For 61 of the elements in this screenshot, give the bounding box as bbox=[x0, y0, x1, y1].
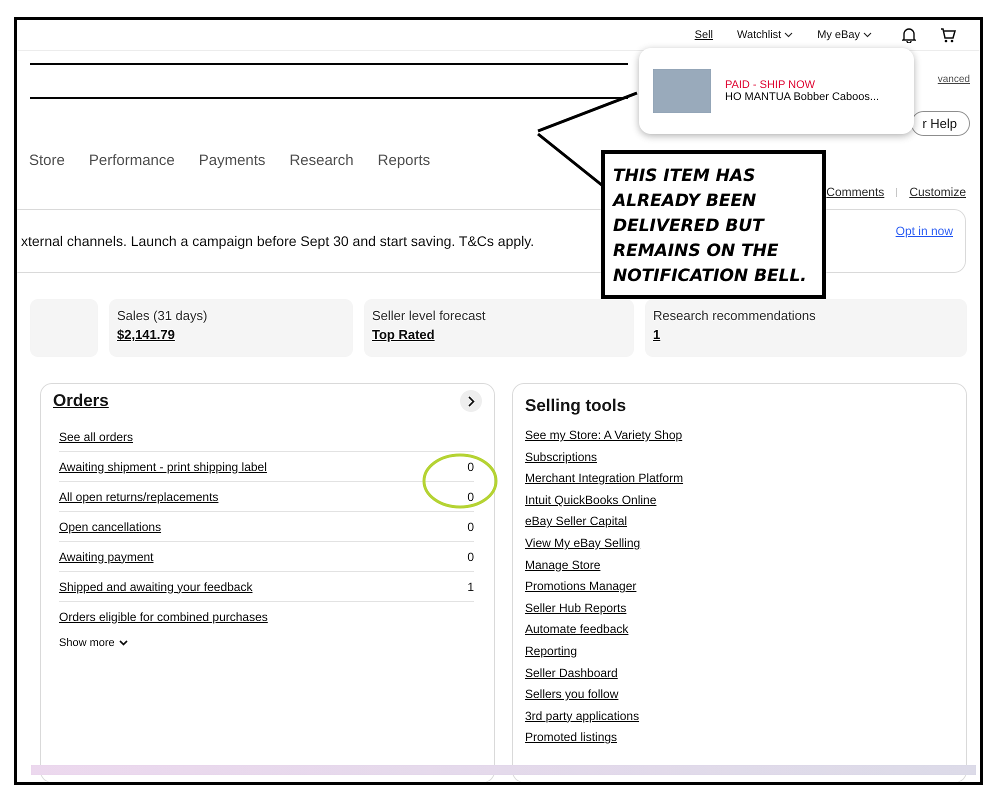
order-link[interactable]: All open returns/replacements bbox=[59, 490, 218, 504]
page-link[interactable]: Comments bbox=[826, 185, 884, 199]
opt-in-link[interactable]: Opt in now bbox=[896, 224, 953, 238]
tool-link[interactable]: Intuit QuickBooks Online bbox=[525, 492, 954, 514]
selling-tools-title: Selling tools bbox=[525, 396, 628, 416]
chevron-down-icon bbox=[118, 640, 128, 646]
photo-placeholder bbox=[653, 69, 711, 113]
order-count: 0 bbox=[467, 490, 474, 504]
card-value[interactable]: 1 bbox=[653, 327, 959, 342]
banner-text: xternal channels. Launch a campaign before Sept 30 and start saving. T&Cs apply. bbox=[21, 233, 534, 249]
card-value[interactable]: Top Rated bbox=[372, 327, 626, 342]
card-label: Research recommendations bbox=[653, 308, 816, 323]
nav-tab[interactable]: Store bbox=[29, 152, 65, 169]
tool-link[interactable]: Automate feedback bbox=[525, 622, 954, 644]
card-label: Seller level forecast bbox=[372, 308, 486, 323]
nav-menu[interactable]: My eBay bbox=[817, 29, 872, 41]
chevron-right-icon[interactable] bbox=[460, 390, 482, 412]
nav-menu[interactable]: Watchlist bbox=[736, 29, 794, 41]
order-status: PAID - SHIP NOW bbox=[725, 79, 816, 91]
order-link[interactable]: Shipped and awaiting your feedback bbox=[59, 580, 252, 594]
order-count: 1 bbox=[467, 580, 474, 594]
order-link[interactable]: Awaiting payment bbox=[59, 550, 154, 564]
show-more-button[interactable]: Show more bbox=[59, 637, 128, 649]
tool-link[interactable]: Seller Dashboard bbox=[525, 666, 954, 688]
tool-link[interactable]: See my Store: A Variety Shop bbox=[525, 428, 954, 450]
tool-link[interactable]: Promotions Manager bbox=[525, 579, 954, 601]
page-link[interactable]: Customize bbox=[909, 185, 966, 199]
order-link[interactable]: Open cancellations bbox=[59, 520, 162, 534]
tool-link[interactable]: Subscriptions bbox=[525, 450, 954, 472]
order-count: 0 bbox=[467, 460, 474, 474]
tool-link[interactable]: Merchant Integration Platform bbox=[525, 471, 954, 493]
cart-icon[interactable] bbox=[940, 28, 956, 42]
chevron-down-icon bbox=[863, 32, 872, 38]
tool-link[interactable]: Reporting bbox=[525, 644, 954, 666]
nav-tab[interactable]: Research bbox=[289, 152, 354, 169]
card-label: Sales (31 days) bbox=[117, 308, 208, 323]
nav-tab[interactable]: Payments bbox=[198, 152, 266, 169]
chevron-down-icon bbox=[784, 32, 794, 38]
tool-link[interactable]: Promoted listings bbox=[525, 730, 954, 752]
order-link[interactable]: Orders eligible for combined purchases bbox=[59, 610, 268, 624]
tool-link[interactable]: eBay Seller Capital bbox=[525, 514, 954, 536]
nav-tab[interactable]: Reports bbox=[378, 152, 430, 169]
orders-title[interactable]: Orders bbox=[53, 391, 109, 411]
tool-link[interactable]: 3rd party applications bbox=[525, 708, 954, 730]
tool-link[interactable]: Seller Hub Reports bbox=[525, 600, 954, 622]
help-button[interactable]: r Help bbox=[911, 111, 970, 136]
item-title[interactable]: HO MANTUA Bobber Caboos... bbox=[725, 91, 880, 103]
card-value[interactable]: $2,141.79 bbox=[117, 327, 345, 342]
bell-icon[interactable] bbox=[902, 27, 916, 43]
annotation-note: THIS ITEM HAS ALREADY BEEN DELIVERED BUT REMAINS ON THE NOTIFICATION BELL. bbox=[601, 150, 826, 299]
order-link[interactable]: Awaiting shipment - print shipping label bbox=[59, 460, 267, 474]
search-field[interactable] bbox=[30, 63, 628, 99]
order-count: 0 bbox=[467, 550, 474, 564]
tool-link[interactable]: View My eBay Selling bbox=[525, 536, 954, 558]
nav-tab[interactable]: Performance bbox=[88, 152, 175, 169]
sell-link[interactable]: Sell bbox=[694, 29, 713, 41]
order-count: 0 bbox=[467, 520, 474, 534]
tool-link[interactable]: Sellers you follow bbox=[525, 687, 954, 709]
tool-link[interactable]: Manage Store bbox=[525, 558, 954, 580]
advanced-link[interactable]: vanced bbox=[938, 74, 970, 84]
order-link[interactable]: See all orders bbox=[59, 430, 134, 444]
